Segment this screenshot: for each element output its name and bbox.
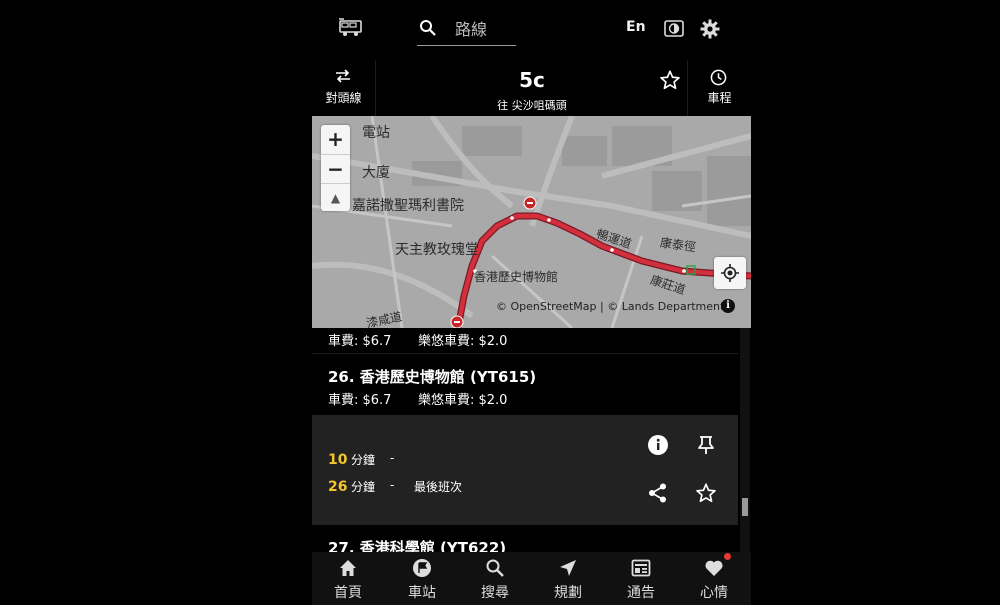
bus-stop-marker (523, 196, 537, 210)
nav-label: 通告 (627, 585, 655, 601)
nav-label: 搜尋 (481, 585, 509, 601)
fare-text: 車費: $6.7 (328, 334, 392, 349)
zoom-in-button[interactable]: + (321, 125, 350, 153)
nav-notices[interactable]: 通告 (611, 552, 671, 605)
fare-row: 車費: $6.7 樂悠車費: $2.0 (328, 330, 507, 349)
gear-icon[interactable] (700, 19, 720, 39)
locate-me-button[interactable] (714, 257, 746, 289)
nav-label: 規劃 (554, 585, 582, 601)
map-label: 嘉諾撒聖瑪利書院 (352, 198, 464, 214)
stop-item[interactable]: 27. 香港科學館 (YT622) (312, 525, 738, 552)
share-icon[interactable] (647, 482, 669, 504)
info-icon[interactable] (647, 434, 669, 456)
stop-title: 26. 香港歷史博物館 (YT615) (328, 368, 537, 386)
map-label: 天主教玫瑰堂 (395, 242, 479, 258)
notification-dot (724, 553, 731, 560)
route-header: 對頭線 5c 往 尖沙咀碼頭 車程 (312, 60, 751, 116)
bottom-navigation: 首頁 車站 搜尋 規劃 通告 心情 (312, 552, 751, 605)
bus-logo-icon[interactable] (338, 17, 364, 39)
map-zoom-controls: + − ▲ (321, 125, 350, 211)
nav-stops[interactable]: 車站 (392, 552, 452, 605)
scrollbar-thumb[interactable] (742, 498, 748, 516)
info-icon[interactable]: i (721, 299, 735, 313)
search-icon (486, 559, 504, 577)
eta-row: 26 分鐘 - 最後班次 (328, 476, 462, 495)
star-outline-icon[interactable] (659, 69, 681, 91)
app-window: En 對頭線 5c 往 尖沙咀碼頭 (312, 0, 751, 605)
timetable-label: 車程 (707, 91, 732, 105)
navigation-icon (560, 560, 576, 576)
home-icon (340, 560, 356, 576)
notice-icon (631, 559, 651, 577)
stop-title: 27. 香港科學館 (YT622) (328, 539, 507, 552)
stop-list-scrollbar[interactable] (740, 328, 750, 552)
nav-mood[interactable]: 心情 (684, 552, 744, 605)
search-icon (419, 19, 437, 37)
top-bar: En (312, 0, 751, 60)
search-box[interactable] (417, 13, 516, 46)
map-attribution: © OpenStreetMap | © Lands Department (496, 300, 725, 313)
map-label: 香港歷史博物館 (474, 270, 559, 284)
eta-unit: 分鐘 (351, 453, 376, 467)
concession-fare-text: 樂悠車費: $2.0 (418, 334, 508, 349)
crosshair-icon (721, 264, 739, 282)
route-number: 5c (519, 68, 545, 92)
fare-text: 車費: $6.7 (328, 393, 392, 408)
language-button[interactable]: En (626, 19, 646, 35)
concession-fare-text: 樂悠車費: $2.0 (418, 393, 508, 408)
clock-icon (710, 69, 727, 86)
eta-separator: - (390, 478, 395, 492)
map-label: 電站 (362, 125, 390, 141)
reverse-direction-label: 對頭線 (325, 91, 362, 105)
heart-icon (705, 560, 723, 576)
eta-separator: - (390, 451, 395, 465)
eta-minutes: 10 (328, 452, 348, 468)
bus-stop-marker (450, 315, 464, 328)
pin-icon[interactable] (695, 434, 717, 456)
nav-label: 首頁 (334, 585, 362, 601)
route-destination: 往 尖沙咀碼頭 (497, 99, 567, 112)
nav-label: 車站 (408, 585, 436, 601)
map-base (312, 116, 751, 328)
eta-panel: 10 分鐘 - 26 分鐘 - 最後班次 (312, 415, 738, 525)
star-outline-icon[interactable] (695, 482, 717, 504)
nav-label: 心情 (700, 585, 728, 601)
eta-row: 10 分鐘 - (328, 449, 394, 468)
map-label: 大廈 (362, 165, 390, 181)
eta-unit: 分鐘 (351, 480, 376, 494)
reverse-direction-button[interactable]: 對頭線 (312, 60, 375, 116)
flag-icon (413, 559, 431, 577)
compass-button[interactable]: ▲ (321, 183, 350, 212)
nav-home[interactable]: 首頁 (318, 552, 378, 605)
route-map[interactable]: 電站 大廈 嘉諾撒聖瑪利書院 天主教玫瑰堂 香港歷史博物館 暢運道 康泰徑 康莊… (312, 116, 751, 328)
eta-remark: 最後班次 (414, 480, 463, 494)
swap-icon (336, 69, 350, 83)
stop-item[interactable]: 26. 香港歷史博物館 (YT615) 車費: $6.7 樂悠車費: $2.0 (312, 354, 738, 414)
nav-search[interactable]: 搜尋 (465, 552, 525, 605)
timetable-button[interactable]: 車程 (688, 60, 751, 116)
zoom-out-button[interactable]: − (321, 154, 350, 183)
route-search-input[interactable] (455, 17, 515, 41)
eta-minutes: 26 (328, 479, 348, 495)
contrast-icon[interactable] (664, 20, 684, 37)
stop-list[interactable]: 車費: $6.7 樂悠車費: $2.0 26. 香港歷史博物館 (YT615) … (312, 328, 738, 552)
fare-row: 車費: $6.7 樂悠車費: $2.0 (328, 389, 507, 408)
header-divider (375, 60, 376, 116)
nav-planner[interactable]: 規劃 (538, 552, 598, 605)
